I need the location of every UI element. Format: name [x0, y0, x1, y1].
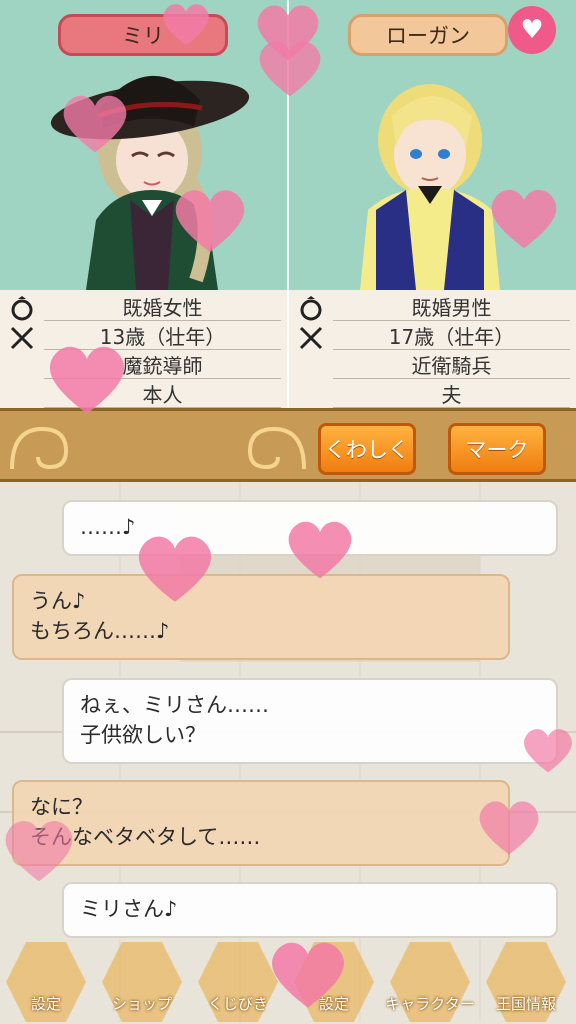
crossed-swords-icon	[299, 326, 323, 350]
floating-heart-icon	[5, 820, 73, 882]
floating-heart-icon	[491, 189, 557, 249]
floating-heart-icon	[524, 729, 572, 773]
favorite-heart-button[interactable]: ♥	[508, 6, 556, 54]
floating-heart-icon	[138, 536, 212, 602]
floating-heart-icon	[63, 95, 127, 153]
floating-heart-icon	[479, 801, 539, 855]
right-character-info: 既婚男性 17歳（壮年） 近衛騎兵 夫	[289, 290, 576, 408]
right-relation: 夫	[333, 379, 570, 408]
nav-characters[interactable]: キャラクター	[384, 942, 476, 1024]
crossed-swords-icon	[10, 326, 34, 350]
right-status: 既婚男性	[333, 292, 570, 321]
left-status: 既婚女性	[44, 292, 281, 321]
mark-button[interactable]: マーク	[448, 423, 546, 475]
chat-message-left: なに？ そんなベタベタして……	[12, 780, 510, 866]
floating-heart-icon	[288, 521, 352, 579]
nav-shop[interactable]: ショップ	[96, 942, 188, 1024]
nav-settings-label: 設定	[30, 995, 61, 1013]
ring-icon	[11, 296, 33, 321]
floating-heart-icon	[163, 4, 209, 46]
nav-characters-label: キャラクター	[385, 995, 475, 1013]
right-character-name: ローガン	[348, 14, 508, 56]
chat-message-right: ねぇ、ミリさん…… 子供欲しい？	[62, 678, 558, 764]
nav-kingdom-info[interactable]: 王国情報	[480, 942, 572, 1024]
floating-heart-icon	[259, 41, 321, 97]
floating-heart-icon	[272, 942, 344, 1008]
right-character-portrait	[360, 84, 500, 290]
detail-button[interactable]: くわしく	[318, 423, 416, 475]
floating-heart-icon	[175, 190, 245, 252]
ring-icon	[300, 296, 322, 321]
ornament-right	[247, 426, 306, 470]
chat-message-left: うん♪ もちろん……♪	[12, 574, 510, 660]
nav-kingdom-info-label: 王国情報	[495, 995, 556, 1013]
ornament-left	[10, 426, 69, 470]
nav-settings[interactable]: 設定	[0, 942, 92, 1024]
right-age: 17歳（壮年）	[333, 321, 570, 350]
nav-shop-label: ショップ	[111, 995, 172, 1013]
action-bar: くわしく マーク	[0, 408, 576, 482]
right-job: 近衛騎兵	[333, 350, 570, 379]
floating-heart-icon	[49, 346, 125, 414]
